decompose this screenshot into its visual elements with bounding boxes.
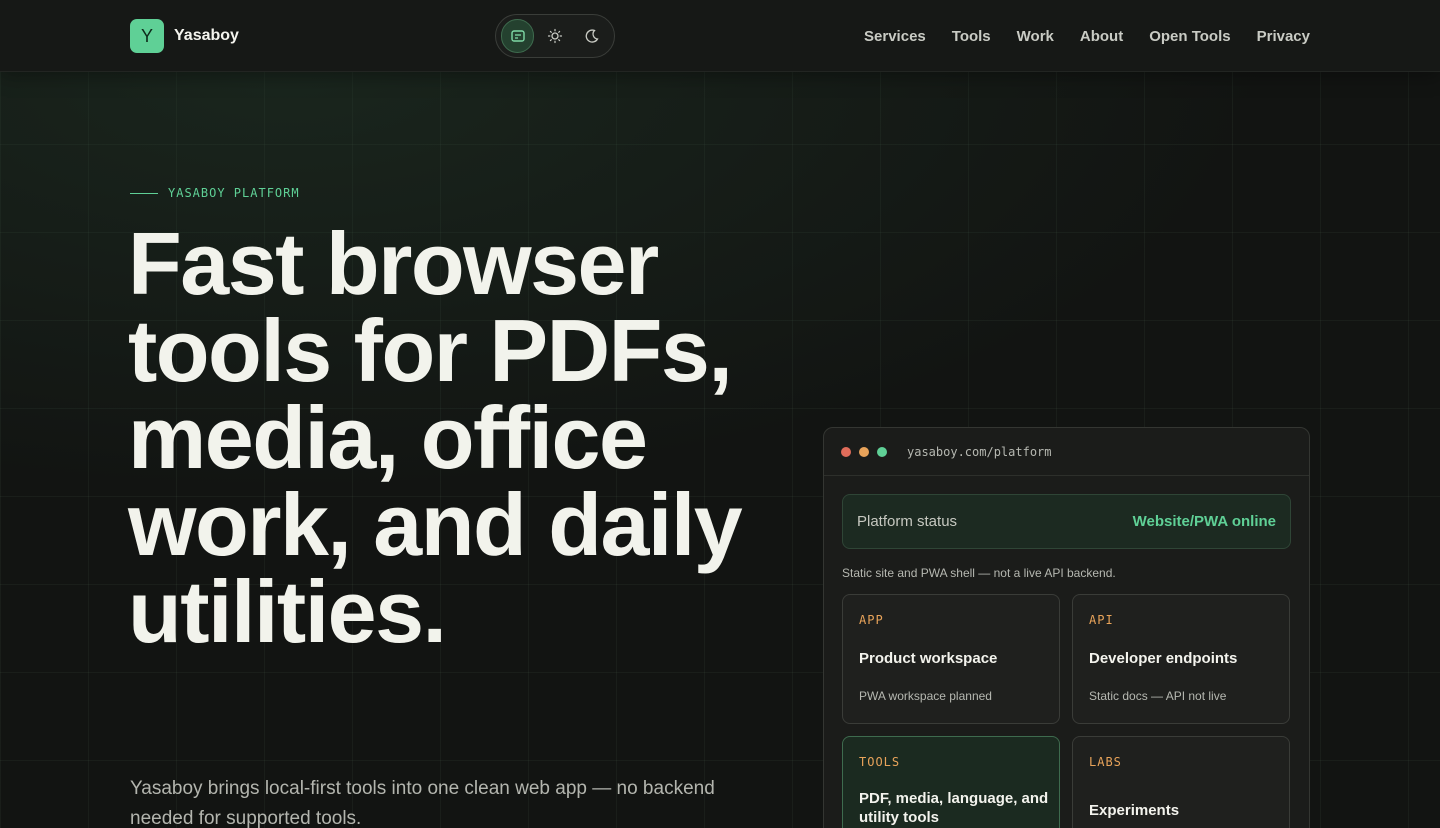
theme-switch (495, 14, 615, 58)
eyebrow-text: YASABOY PLATFORM (168, 186, 300, 200)
card-tools[interactable]: TOOLS PDF, media, language, and utility … (842, 736, 1060, 828)
window-dot-red (841, 446, 851, 457)
theme-light-button[interactable] (538, 19, 571, 53)
eyebrow-rule (130, 192, 158, 194)
brand-link[interactable]: Y Yasaboy (130, 19, 239, 53)
theme-dark-button[interactable] (576, 19, 609, 53)
hero-lead: Yasaboy brings local-first tools into on… (130, 778, 715, 828)
card-title: PDF, media, language, and utility tools (859, 790, 1049, 826)
window-titlebar: yasaboy.com/platform (824, 428, 1309, 476)
nav-about[interactable]: About (1080, 28, 1123, 45)
moon-icon (585, 29, 599, 43)
card-tag: LABS (1089, 755, 1122, 769)
status-label: Platform status (857, 513, 958, 530)
hero-title: Fast browser tools for PDFs, media, offi… (128, 214, 743, 661)
card-title: Product workspace (859, 650, 998, 667)
card-title: Developer endpoints (1089, 650, 1238, 667)
nav-open-tools[interactable]: Open Tools (1149, 28, 1230, 45)
nav-tools[interactable]: Tools (952, 28, 991, 45)
logo-badge: Y (130, 19, 164, 53)
platform-note: Static site and PWA shell — not a live A… (842, 566, 1116, 580)
site-header: Y Yasaboy Services Tools Work About Open… (0, 0, 1440, 72)
card-tag: API (1089, 613, 1114, 627)
card-api[interactable]: API Developer endpoints Static docs — AP… (1072, 594, 1290, 724)
card-subtitle: PWA workspace planned (859, 689, 992, 703)
brand-name: Yasaboy (174, 27, 239, 44)
card-tag: APP (859, 613, 884, 627)
platform-preview-window: yasaboy.com/platform Platform status Web… (823, 427, 1310, 828)
nav-work[interactable]: Work (1017, 28, 1054, 45)
theme-system-button[interactable] (501, 19, 535, 53)
sun-icon (547, 28, 563, 44)
window-dot-yellow (859, 446, 869, 457)
card-title: Experiments (1089, 802, 1180, 819)
system-icon (510, 30, 525, 42)
main-nav: Services Tools Work About Open Tools Pri… (864, 0, 1310, 72)
hero-eyebrow: YASABOY PLATFORM (130, 186, 300, 200)
platform-status-panel: Platform status Website/PWA online (842, 494, 1291, 549)
card-app[interactable]: APP Product workspace PWA workspace plan… (842, 594, 1060, 724)
window-url: yasaboy.com/platform (907, 444, 1052, 459)
card-subtitle: Static docs — API not live (1089, 689, 1227, 703)
nav-services[interactable]: Services (864, 28, 926, 45)
status-value: Website/PWA online (1132, 513, 1276, 530)
card-labs[interactable]: LABS Experiments (1072, 736, 1290, 828)
window-dot-green (877, 446, 887, 457)
card-tag: TOOLS (859, 755, 901, 769)
nav-privacy[interactable]: Privacy (1257, 28, 1310, 45)
